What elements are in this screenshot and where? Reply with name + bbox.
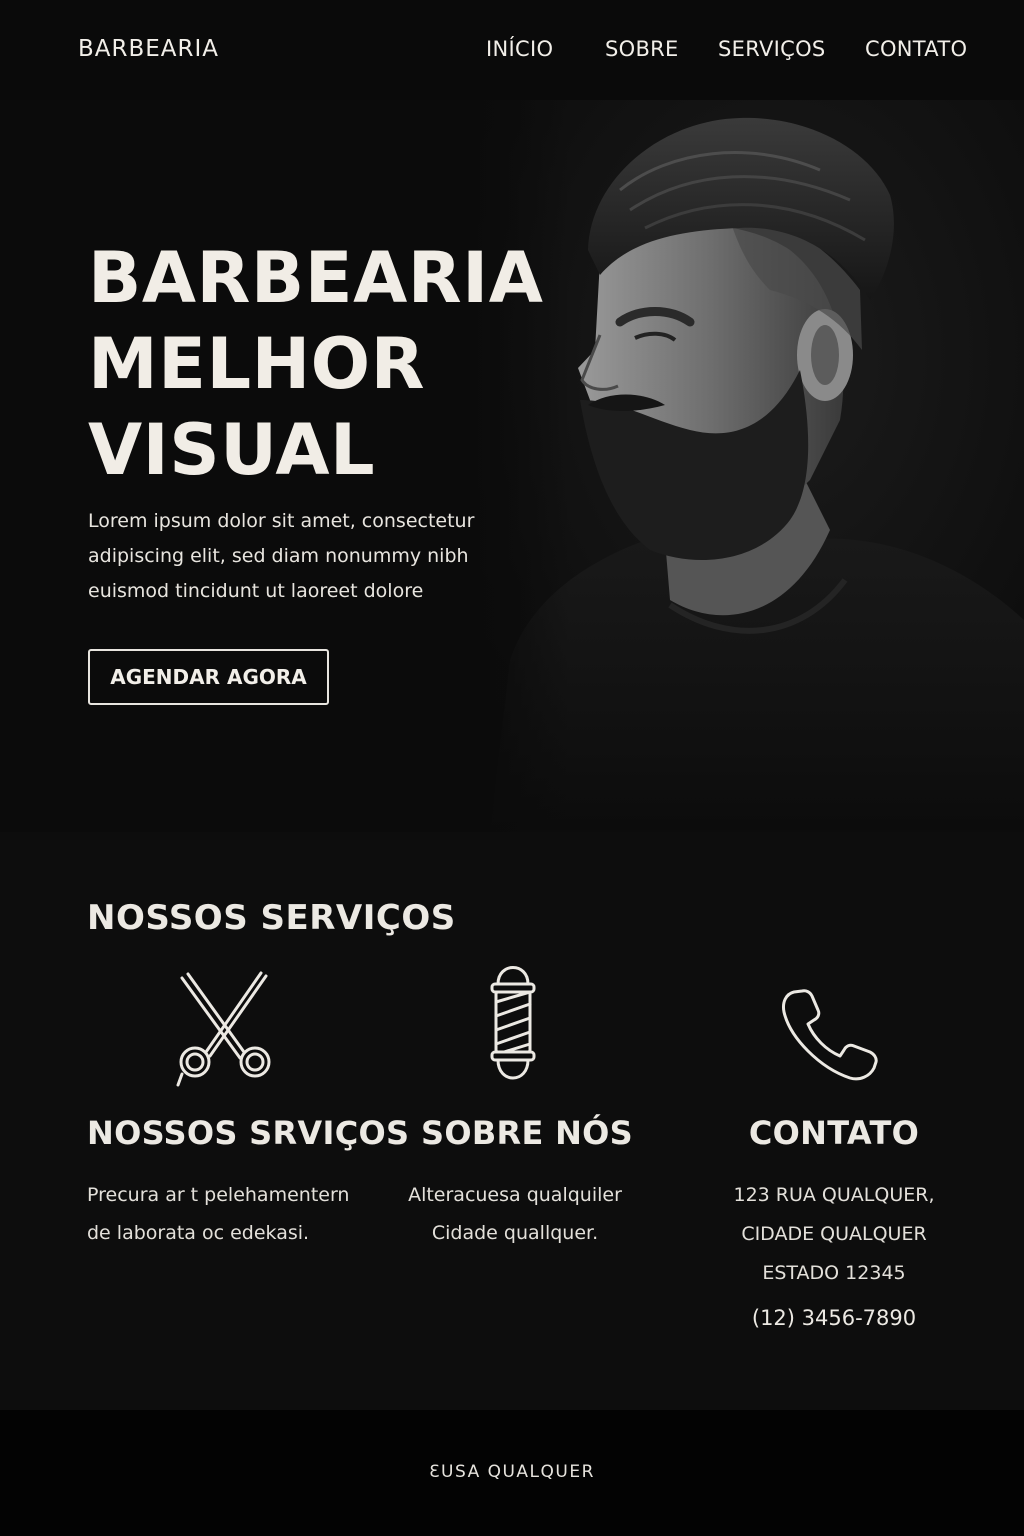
services-section-title: NOSSOS SERVIÇOS [87,898,456,938]
nav-link-sobre[interactable]: SOBRE [605,37,679,61]
nav-link-inicio[interactable]: INÍCIO [486,37,553,61]
hero-section: BARBEARIA MELHOR VISUAL Lorem ipsum dolo… [0,100,1024,832]
scissors-icon [176,971,271,1087]
contact-phone[interactable]: (12) 3456-7890 [700,1306,968,1330]
hero-description-line: adipiscing elit, sed diam nonummy nibh [88,545,469,567]
hero-description: Lorem ipsum dolor sit amet, consectetur … [88,504,475,609]
hero-description-line: euismod tincidunt ut laoreet dolore [88,580,424,602]
about-heading: SOBRE NÓS [421,1114,634,1152]
page-footer: ƐUSA QUALQUER [0,1410,1024,1536]
contact-address-line: 123 RUA QUALQUER, [733,1184,935,1206]
service-description: Precura ar t pelehamentern de laborata o… [87,1176,349,1252]
phone-icon [782,989,878,1081]
nav-link-servicos[interactable]: SERVIÇOS [718,37,826,61]
hero-portrait-image [470,100,1024,832]
contact-address-line: CIDADE QUALQUER [741,1223,927,1245]
service-description-line: de laborata oc edekasi. [87,1222,310,1244]
about-description: Alteracuesa qualquiler Cidade quallquer. [390,1176,640,1252]
services-section: NOSSOS SERVIÇOS NOSSOS SRVIÇOS Precura a… [0,832,1024,1410]
contact-address-line: ESTADO 12345 [762,1262,906,1284]
about-description-line: Alteracuesa qualquiler [408,1184,622,1206]
brand-logo[interactable]: BARBEARIA [78,36,219,62]
contact-address: 123 RUA QUALQUER, CIDADE QUALQUER ESTADO… [700,1176,968,1293]
hero-description-line: Lorem ipsum dolor sit amet, consectetur [88,510,475,532]
hero-title-line: BARBEARIA [88,237,544,319]
hero-title-line: VISUAL [88,409,376,491]
nav-link-contato[interactable]: CONTATO [865,37,967,61]
top-navigation: BARBEARIA INÍCIO SOBRE SERVIÇOS CONTATO [0,0,1024,100]
book-now-button[interactable]: AGENDAR AGORA [88,649,329,705]
contact-heading: CONTATO [748,1114,920,1152]
footer-text: ƐUSA QUALQUER [429,1462,595,1482]
barber-pole-icon [490,966,536,1080]
hero-title-line: MELHOR [88,323,426,405]
service-heading: NOSSOS SRVIÇOS [87,1114,410,1152]
hero-title: BARBEARIA MELHOR VISUAL [88,235,544,493]
service-description-line: Precura ar t pelehamentern [87,1184,350,1206]
about-description-line: Cidade quallquer. [431,1222,599,1244]
